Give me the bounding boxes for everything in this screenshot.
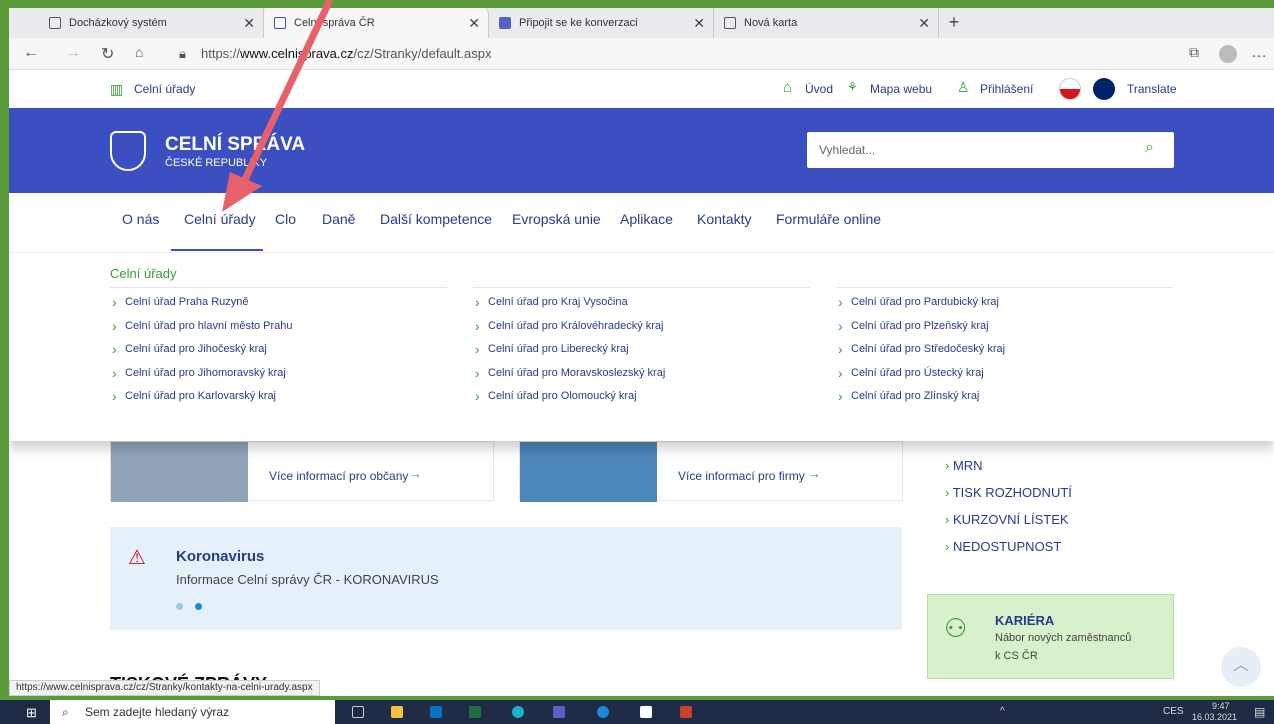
annotation-arrow <box>222 0 334 212</box>
arrow-shaft <box>236 0 334 192</box>
arrow-head <box>222 172 262 212</box>
